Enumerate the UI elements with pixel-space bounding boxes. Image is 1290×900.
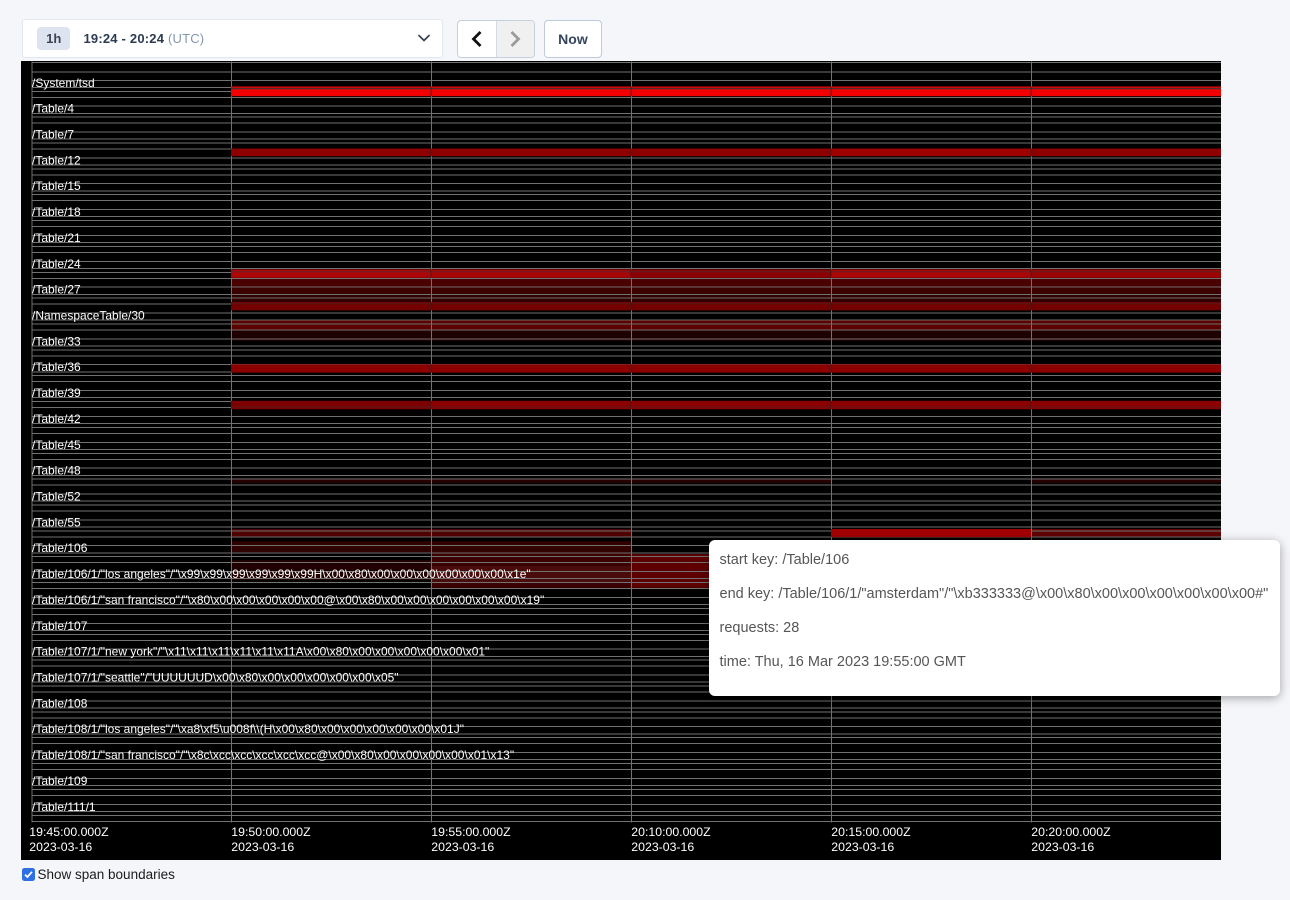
- svg-text:/Table/27: /Table/27: [32, 283, 81, 297]
- svg-text:/Table/107: /Table/107: [32, 619, 88, 633]
- svg-text:2023-03-16: 2023-03-16: [631, 840, 694, 854]
- svg-text:/Table/15: /Table/15: [32, 179, 81, 193]
- svg-text:/Table/33: /Table/33: [32, 334, 81, 348]
- svg-text:2023-03-16: 2023-03-16: [1031, 840, 1094, 854]
- svg-text:2023-03-16: 2023-03-16: [431, 840, 494, 854]
- svg-text:/Table/12: /Table/12: [32, 153, 81, 167]
- svg-text:/System/tsd: /System/tsd: [32, 76, 95, 90]
- svg-text:20:20:00.000Z: 20:20:00.000Z: [1031, 825, 1111, 839]
- svg-text:20:15:00.000Z: 20:15:00.000Z: [831, 825, 911, 839]
- svg-text:/Table/42: /Table/42: [32, 412, 81, 426]
- svg-text:/Table/39: /Table/39: [32, 386, 81, 400]
- svg-text:/Table/108/1/"los angeles"/"\x: /Table/108/1/"los angeles"/"\xa8\xf5\u00…: [32, 722, 464, 736]
- svg-text:/Table/7: /Table/7: [32, 128, 74, 142]
- svg-text:/Table/109: /Table/109: [32, 774, 88, 788]
- svg-text:/Table/106/1/"los angeles"/"\x: /Table/106/1/"los angeles"/"\x99\x99\x99…: [32, 567, 531, 581]
- svg-text:/Table/107/1/"new york"/"\x11\: /Table/107/1/"new york"/"\x11\x11\x11\x1…: [32, 645, 489, 659]
- svg-text:/Table/45: /Table/45: [32, 438, 81, 452]
- svg-text:19:55:00.000Z: 19:55:00.000Z: [431, 825, 511, 839]
- svg-text:20:10:00.000Z: 20:10:00.000Z: [631, 825, 711, 839]
- svg-text:19:45:00.000Z: 19:45:00.000Z: [29, 825, 109, 839]
- svg-text:19:50:00.000Z: 19:50:00.000Z: [231, 825, 311, 839]
- svg-text:/Table/4: /Table/4: [32, 102, 74, 116]
- svg-text:/Table/52: /Table/52: [32, 490, 81, 504]
- svg-text:/Table/36: /Table/36: [32, 360, 81, 374]
- svg-text:/Table/107/1/"seattle"/"UUUUUU: /Table/107/1/"seattle"/"UUUUUUD\x00\x80\…: [32, 671, 399, 685]
- svg-text:2023-03-16: 2023-03-16: [29, 840, 92, 854]
- svg-text:2023-03-16: 2023-03-16: [831, 840, 894, 854]
- svg-text:/Table/106/1/"san francisco"/": /Table/106/1/"san francisco"/"\x80\x00\x…: [32, 593, 544, 607]
- svg-text:/Table/18: /Table/18: [32, 205, 81, 219]
- svg-text:/Table/55: /Table/55: [32, 515, 81, 529]
- svg-text:/Table/24: /Table/24: [32, 257, 81, 271]
- svg-text:/Table/48: /Table/48: [32, 464, 81, 478]
- svg-text:/Table/108/1/"san francisco"/": /Table/108/1/"san francisco"/"\x8c\xcc\x…: [32, 748, 514, 762]
- svg-text:/NamespaceTable/30: /NamespaceTable/30: [32, 309, 145, 323]
- svg-text:/Table/106: /Table/106: [32, 541, 88, 555]
- svg-text:/Table/111/1: /Table/111/1: [32, 800, 96, 814]
- svg-text:/Table/108: /Table/108: [32, 696, 88, 710]
- svg-text:/Table/21: /Table/21: [32, 231, 81, 245]
- svg-text:2023-03-16: 2023-03-16: [231, 840, 294, 854]
